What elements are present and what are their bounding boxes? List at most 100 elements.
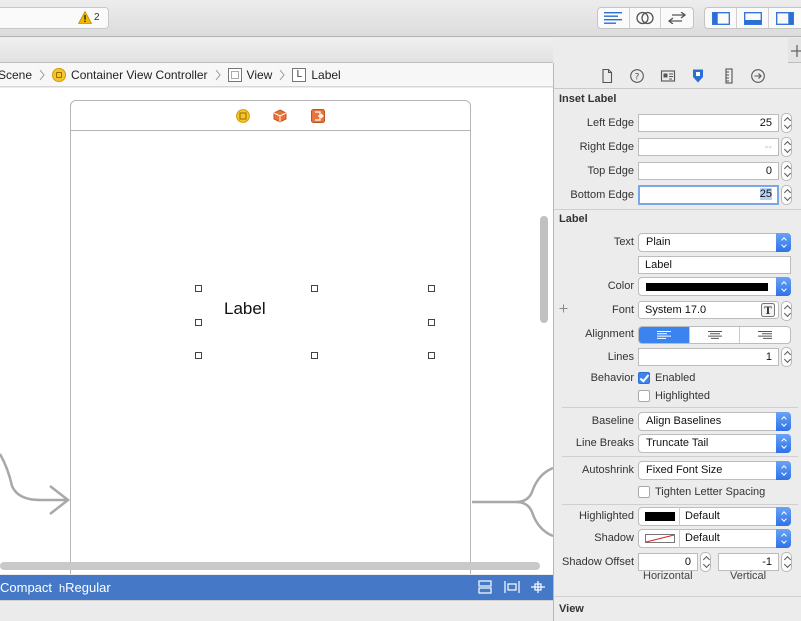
horizontal-scrollbar[interactable]	[0, 562, 540, 570]
bottom-edge-label: Bottom Edge	[570, 189, 634, 201]
horizontal-caption: Horizontal	[643, 570, 693, 582]
font-field[interactable]: System 17.0 T	[638, 301, 779, 319]
lines-stepper[interactable]	[781, 347, 792, 367]
line-breaks-value: Truncate Tail	[646, 437, 709, 449]
align-center-button[interactable]	[690, 327, 741, 343]
align-icon[interactable]	[504, 580, 520, 594]
breadcrumb-view[interactable]: View	[227, 67, 273, 82]
pin-icon[interactable]	[530, 580, 546, 594]
align-right-button[interactable]	[740, 327, 790, 343]
breadcrumb-label[interactable]: L Label	[292, 67, 341, 82]
assistant-editor-button[interactable]	[630, 8, 662, 28]
text-color-popup[interactable]	[638, 277, 791, 296]
top-edge-label: Top Edge	[587, 165, 634, 177]
highlighted-color-popup[interactable]: Default	[638, 507, 791, 526]
breadcrumb-scene[interactable]: Scene	[0, 68, 32, 82]
breadcrumb-scene-label: Scene	[0, 67, 33, 82]
quick-help-icon[interactable]: ?	[629, 68, 645, 84]
exit-icon[interactable]	[311, 109, 325, 123]
resize-handle-bottom-left[interactable]	[195, 352, 202, 359]
connections-inspector-icon[interactable]	[750, 68, 766, 84]
resize-handle-top-right[interactable]	[428, 285, 435, 292]
panel-visibility-control	[704, 7, 801, 29]
shadow-offset-vertical-stepper[interactable]	[781, 552, 792, 572]
inset-label-section-title: Inset Label	[559, 93, 617, 105]
file-inspector-icon[interactable]	[599, 68, 615, 84]
height-size-class-label: Regular	[65, 580, 111, 595]
text-type-value: Plain	[646, 236, 671, 248]
left-edge-field[interactable]: 25	[638, 114, 779, 132]
breadcrumb-view-label: View	[246, 67, 273, 82]
version-editor-button[interactable]	[661, 8, 693, 28]
navigator-toggle-button[interactable]	[705, 8, 737, 28]
stack-icon[interactable]	[477, 580, 493, 594]
label-text-field[interactable]: Label	[638, 256, 791, 274]
resize-handle-top-left[interactable]	[195, 285, 202, 292]
label-section-title: Label	[559, 213, 588, 225]
lines-field[interactable]: 1	[638, 348, 779, 366]
align-right-icon	[758, 331, 773, 339]
size-class-bar[interactable]: Compact hRegular	[0, 575, 553, 600]
highlighted-checkbox-label: Highlighted	[655, 390, 711, 402]
warning-count: 2	[94, 12, 100, 23]
warning-icon[interactable]	[78, 11, 92, 24]
canvas-label[interactable]: Label	[224, 299, 266, 319]
resize-handle-bottom-right[interactable]	[428, 352, 435, 359]
resize-handle-right[interactable]	[428, 319, 435, 326]
resize-handle-top[interactable]	[311, 285, 318, 292]
font-picker-icon[interactable]: T	[761, 303, 775, 317]
section-divider	[562, 456, 798, 457]
size-inspector-icon[interactable]	[721, 68, 737, 84]
utilities-toggle-button[interactable]	[769, 8, 801, 28]
utilities-inspector: ? Inset Label Left Edge 25 Right Edge --…	[553, 63, 801, 621]
resize-handle-bottom[interactable]	[311, 352, 318, 359]
bottom-edge-stepper[interactable]	[781, 185, 792, 205]
shadow-offset-horizontal-field[interactable]: 0	[638, 553, 698, 571]
vertical-caption: Vertical	[730, 570, 767, 582]
left-edge-label: Left Edge	[586, 117, 634, 129]
top-edge-field[interactable]: 0	[638, 162, 779, 180]
baseline-popup[interactable]: Align Baselines	[638, 412, 791, 431]
activity-status-pill[interactable]: 2	[0, 7, 109, 29]
standard-editor-button[interactable]	[598, 8, 630, 28]
shadow-color-popup[interactable]: Default	[638, 529, 791, 548]
shadow-offset-vertical-field[interactable]: -1	[718, 553, 779, 571]
highlighted-checkbox[interactable]	[638, 390, 650, 402]
width-size-class[interactable]: Compact	[0, 580, 52, 595]
right-edge-label: Right Edge	[579, 141, 634, 153]
shadow-offset-horizontal-stepper[interactable]	[700, 552, 711, 572]
enabled-checkbox[interactable]	[638, 372, 650, 384]
identity-inspector-icon[interactable]	[660, 68, 676, 84]
resize-handle-left[interactable]	[195, 319, 202, 326]
top-edge-stepper[interactable]	[781, 161, 792, 181]
text-type-popup[interactable]: Plain	[638, 233, 791, 252]
height-size-class[interactable]: hRegular	[59, 580, 111, 595]
tighten-letter-spacing-checkbox[interactable]	[638, 486, 650, 498]
view-controller-icon[interactable]	[236, 109, 250, 123]
autoshrink-popup[interactable]: Fixed Font Size	[638, 461, 791, 480]
font-value: System 17.0	[645, 304, 707, 316]
align-center-icon	[707, 331, 722, 339]
chevron-right-icon	[279, 69, 285, 80]
bottom-edge-field[interactable]: 25	[638, 185, 779, 205]
first-responder-icon[interactable]	[273, 109, 287, 123]
line-breaks-popup[interactable]: Truncate Tail	[638, 434, 791, 453]
scene-dock	[71, 101, 470, 131]
storyboard-canvas[interactable]: Label	[0, 88, 553, 574]
right-edge-stepper[interactable]	[781, 137, 792, 157]
right-edge-field[interactable]: --	[638, 138, 779, 156]
debug-area-toggle-button[interactable]	[737, 8, 769, 28]
font-size-stepper[interactable]	[781, 301, 792, 321]
version-editor-icon	[668, 12, 687, 24]
popup-divider	[679, 529, 680, 548]
left-edge-stepper[interactable]	[781, 113, 792, 133]
behavior-label: Behavior	[590, 372, 634, 384]
breadcrumb-controller[interactable]: Container View Controller	[52, 67, 208, 82]
vertical-scrollbar[interactable]	[540, 216, 548, 323]
window-toolbar: 2	[0, 0, 801, 37]
align-left-button[interactable]	[639, 327, 690, 343]
add-tab-button[interactable]	[788, 38, 801, 63]
view-controller-scene[interactable]: Label	[70, 100, 471, 574]
attributes-inspector-icon[interactable]	[690, 68, 706, 84]
chevron-right-icon	[215, 69, 221, 80]
